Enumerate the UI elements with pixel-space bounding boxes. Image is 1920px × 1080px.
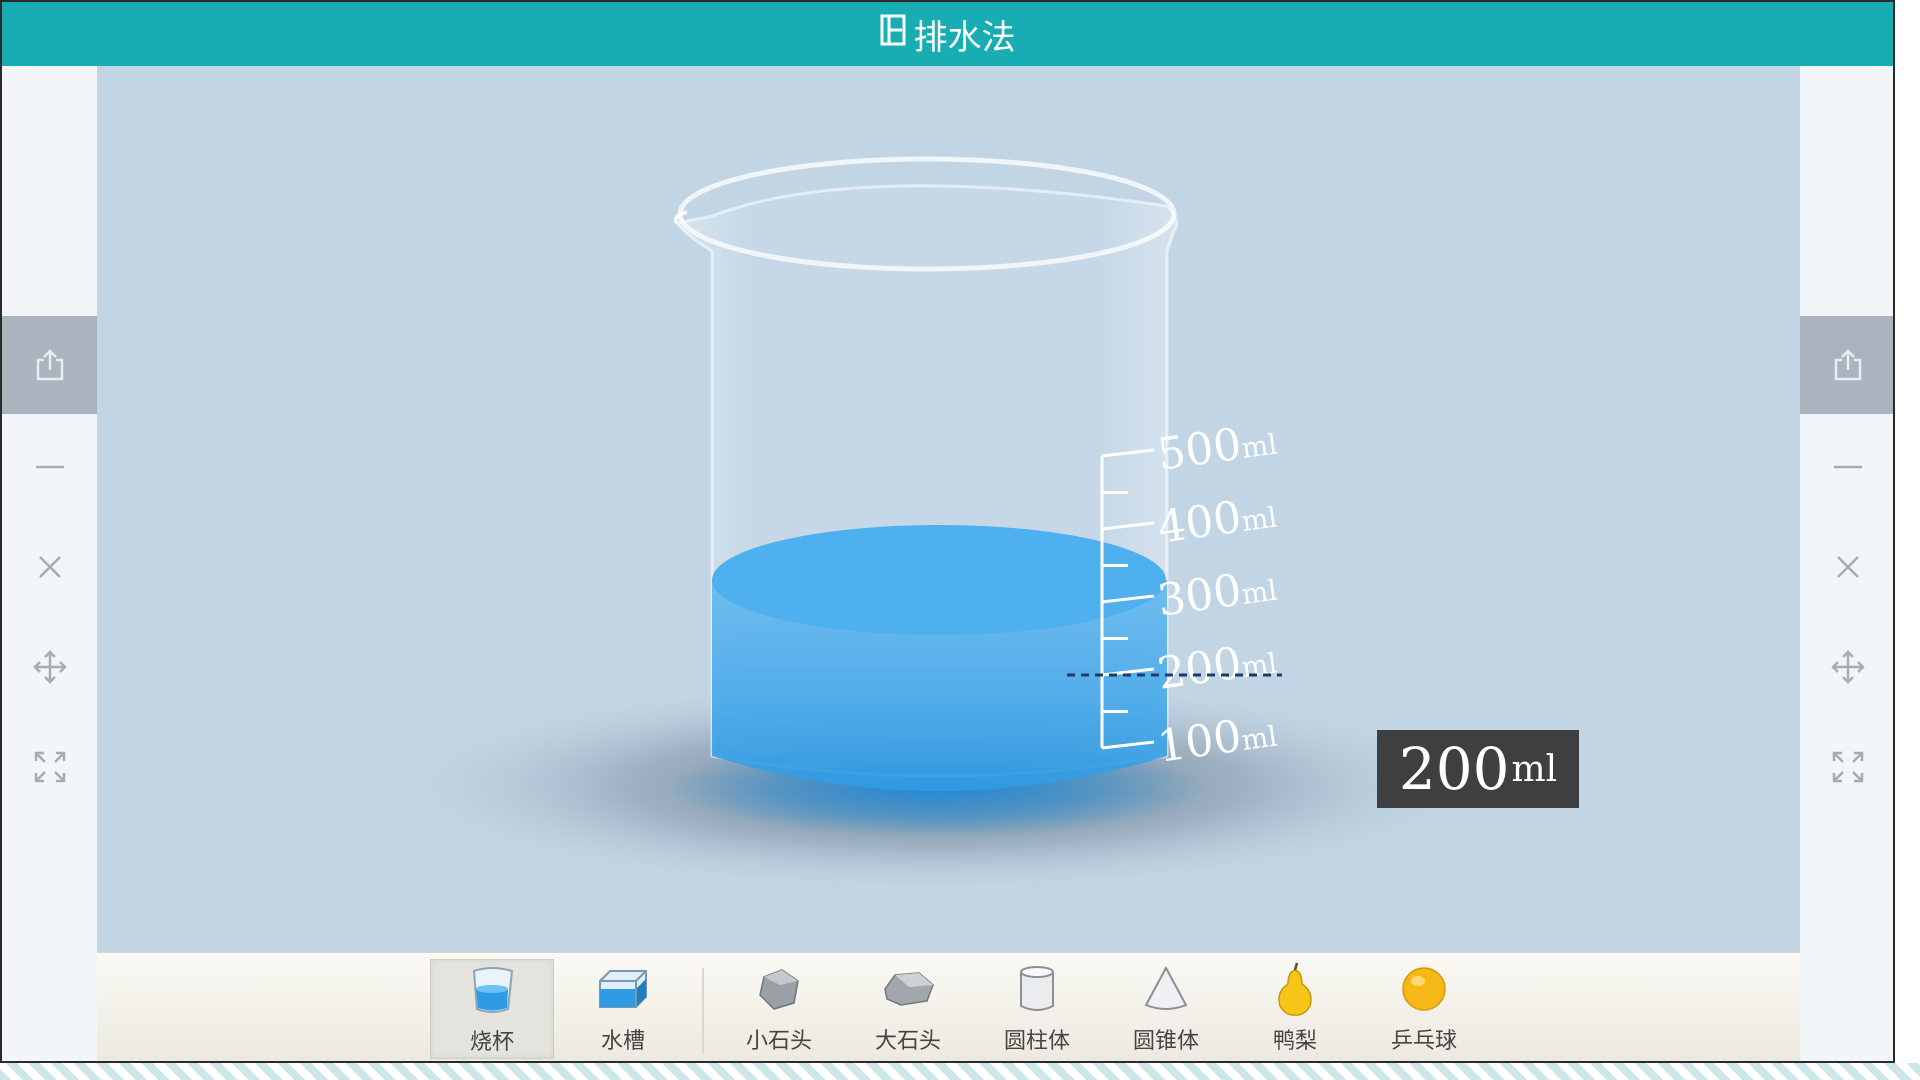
beaker-icon bbox=[431, 960, 553, 1020]
water-surface bbox=[712, 525, 1166, 635]
cone-icon bbox=[1104, 959, 1228, 1019]
readout-unit: ml bbox=[1511, 748, 1558, 790]
shelf-item-large-stone[interactable]: 大石头 bbox=[846, 959, 970, 1059]
beaker-scene: 500ml400ml300ml200ml100ml bbox=[377, 156, 1497, 896]
shelf-item-label: 圆锥体 bbox=[1132, 1029, 1199, 1054]
close-icon bbox=[1835, 554, 1861, 580]
page-title: 排水法 bbox=[913, 17, 1016, 58]
cylinder-icon bbox=[975, 959, 1099, 1019]
document-icon bbox=[880, 14, 906, 55]
scale-label: 200ml bbox=[1154, 633, 1279, 700]
minimize-button-left[interactable] bbox=[2, 418, 97, 516]
left-toolbar bbox=[2, 66, 97, 1061]
fullscreen-icon bbox=[1831, 750, 1865, 784]
readout-value: 200 bbox=[1398, 735, 1510, 803]
large-stone-icon bbox=[846, 959, 970, 1019]
app-window: 排水法 500ml 400ml 300ml 200ml 100ml 200 ml… bbox=[0, 0, 1895, 1063]
ping-pong-ball-icon bbox=[1362, 959, 1486, 1019]
share-icon bbox=[1830, 347, 1866, 383]
scale-label: 300ml bbox=[1154, 560, 1279, 627]
shelf-divider bbox=[702, 968, 704, 1053]
shelf-item-label: 圆柱体 bbox=[1003, 1029, 1070, 1054]
close-button-right[interactable] bbox=[1800, 518, 1893, 616]
move-icon bbox=[1830, 650, 1865, 684]
fullscreen-button-right[interactable] bbox=[1800, 718, 1893, 816]
pear-icon bbox=[1233, 959, 1357, 1019]
close-button-left[interactable] bbox=[2, 518, 97, 616]
move-button-right[interactable] bbox=[1800, 618, 1893, 716]
shelf-item-cone[interactable]: 圆锥体 bbox=[1104, 959, 1228, 1059]
minimize-button-right[interactable] bbox=[1800, 418, 1893, 516]
volume-readout: 200 ml bbox=[1377, 730, 1579, 808]
scale-label: 400ml bbox=[1154, 487, 1279, 554]
small-stone-icon bbox=[717, 959, 841, 1019]
minimize-icon bbox=[34, 464, 66, 470]
shelf-item-label: 烧杯 bbox=[469, 1030, 514, 1055]
shelf-item-beaker[interactable]: 烧杯 bbox=[430, 959, 554, 1059]
close-icon bbox=[37, 554, 63, 580]
share-icon bbox=[32, 347, 68, 383]
fullscreen-icon bbox=[33, 750, 67, 784]
shelf-item-label: 大石头 bbox=[874, 1029, 941, 1054]
right-toolbar bbox=[1800, 66, 1893, 1061]
shelf-item-ping-pong-ball[interactable]: 乒乓球 bbox=[1362, 959, 1486, 1059]
scale-label: 500ml bbox=[1154, 414, 1279, 481]
water-tank-icon bbox=[561, 959, 685, 1019]
shelf-item-label: 小石头 bbox=[745, 1029, 812, 1054]
simulation-stage: 500ml 400ml 300ml 200ml 100ml 200 ml bbox=[97, 66, 1800, 952]
shelf-item-cylinder[interactable]: 圆柱体 bbox=[975, 959, 1099, 1059]
minimize-icon bbox=[1832, 464, 1864, 470]
shelf-item-label: 鸭梨 bbox=[1272, 1029, 1317, 1054]
fullscreen-button-left[interactable] bbox=[2, 718, 97, 816]
title-bar: 排水法 bbox=[2, 2, 1893, 66]
bottom-page-edge bbox=[0, 1063, 1920, 1080]
move-button-left[interactable] bbox=[2, 618, 97, 716]
move-icon bbox=[32, 650, 67, 684]
shelf-item-small-stone[interactable]: 小石头 bbox=[717, 959, 841, 1059]
shelf-item-pear[interactable]: 鸭梨 bbox=[1233, 959, 1357, 1059]
shelf-item-label: 乒乓球 bbox=[1390, 1029, 1457, 1054]
object-shelf: 烧杯 水槽 小石头 大石头 圆柱体 圆锥体 鸭梨 乒乓球 bbox=[97, 952, 1800, 1061]
shelf-item-water-tank[interactable]: 水槽 bbox=[561, 959, 685, 1059]
share-button-left[interactable] bbox=[2, 316, 97, 414]
right-page-margin bbox=[1895, 0, 1920, 1063]
share-button-right[interactable] bbox=[1800, 316, 1893, 414]
shelf-item-label: 水槽 bbox=[600, 1029, 645, 1054]
